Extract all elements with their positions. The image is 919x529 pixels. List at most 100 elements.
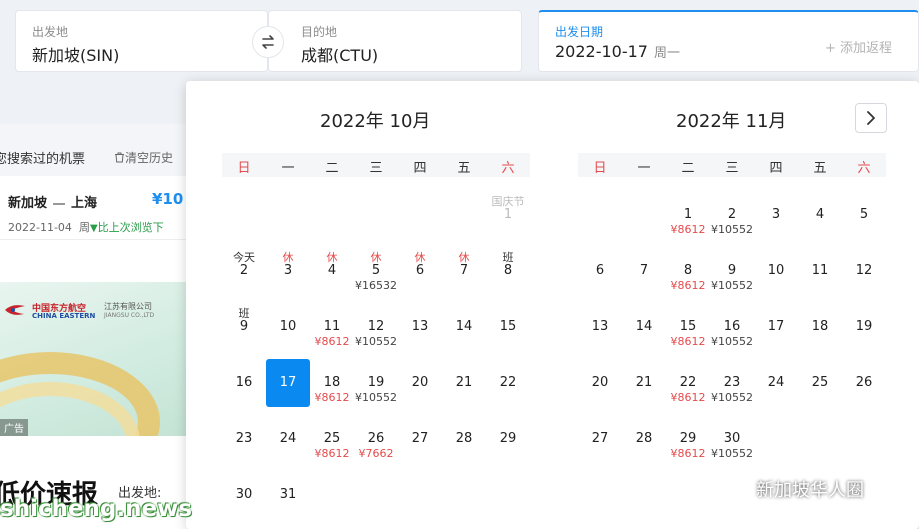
october-day-9[interactable]: 班9: [222, 303, 266, 351]
day-number: 10: [767, 263, 785, 278]
day-number: 10: [279, 319, 297, 334]
day-number: 4: [815, 207, 825, 222]
day-number: 15: [679, 319, 697, 334]
november-day-20[interactable]: 20: [578, 359, 622, 407]
next-month-button[interactable]: [855, 103, 887, 133]
november-day-17[interactable]: 17: [754, 303, 798, 351]
departure-date-field[interactable]: 出发日期 2022-10-17 周一 + 添加返程: [538, 10, 919, 72]
history-item[interactable]: 新加坡 上海 ¥10 2022-11-04 周▼比上次浏览下: [0, 176, 200, 240]
date-weekday: 周一: [653, 46, 680, 61]
october-day-16[interactable]: 16: [222, 359, 266, 407]
november-day-27[interactable]: 27: [578, 415, 622, 463]
arrival-label: 目的地: [301, 25, 338, 39]
day-price: ¥10552: [711, 335, 753, 348]
november-day-10[interactable]: 10: [754, 247, 798, 295]
october-day-27[interactable]: 27: [398, 415, 442, 463]
october-day-13[interactable]: 13: [398, 303, 442, 351]
october-day-7[interactable]: 休7: [442, 247, 486, 295]
november-day-25[interactable]: 25: [798, 359, 842, 407]
november-day-2[interactable]: 2 ¥10552: [710, 191, 754, 239]
october-day-28[interactable]: 28: [442, 415, 486, 463]
october-day-6[interactable]: 休6: [398, 247, 442, 295]
november-weekday-3: 三: [725, 161, 739, 176]
october-day-22[interactable]: 22: [486, 359, 530, 407]
chevron-right-icon: [867, 111, 875, 125]
november-day-23[interactable]: 23 ¥10552: [710, 359, 754, 407]
departure-date-value: 2022-10-17 周一: [555, 42, 680, 61]
swap-arrows-icon: [262, 35, 274, 49]
november-day-6[interactable]: 6: [578, 247, 622, 295]
history-date-text: 2022-11-04: [8, 221, 72, 234]
day-price: ¥10552: [711, 223, 753, 236]
day-number: 6: [595, 263, 605, 278]
swap-cities-button[interactable]: [252, 26, 284, 58]
arrival-value: 成都(CTU): [301, 46, 379, 65]
departure-field[interactable]: 出发地 新加坡(SIN): [15, 10, 268, 72]
november-day-13[interactable]: 13: [578, 303, 622, 351]
add-return-button[interactable]: + 添加返程: [825, 37, 892, 56]
october-day-3[interactable]: 休3: [266, 247, 310, 295]
november-day-12[interactable]: 12: [842, 247, 886, 295]
day-number: 14: [455, 319, 473, 334]
november-day-18[interactable]: 18: [798, 303, 842, 351]
day-price: ¥10552: [711, 447, 753, 460]
october-day-15[interactable]: 15: [486, 303, 530, 351]
november-weekday-1: 一: [637, 161, 651, 176]
october-day-23[interactable]: 23: [222, 415, 266, 463]
october-day-8[interactable]: 班8: [486, 247, 530, 295]
october-day-14[interactable]: 14: [442, 303, 486, 351]
october-day-12[interactable]: 12 ¥10552: [354, 303, 398, 351]
day-number: 4: [327, 263, 337, 278]
november-day-16[interactable]: 16 ¥10552: [710, 303, 754, 351]
october-day-30[interactable]: 30: [222, 471, 266, 519]
october-weekday-6: 六: [501, 161, 515, 176]
october-day-2[interactable]: 今天 2: [222, 247, 266, 295]
ad-brand-en: CHINA EASTERN: [32, 312, 96, 320]
october-day-20[interactable]: 20: [398, 359, 442, 407]
november-day-3[interactable]: 3: [754, 191, 798, 239]
november-day-11[interactable]: 11: [798, 247, 842, 295]
day-price: ¥16532: [355, 279, 397, 292]
day-price: ¥10552: [355, 391, 397, 404]
left-panel: 您搜索过的机票 清空历史 新加坡 上海 ¥10 2022-11-04 周▼比上次浏…: [0, 124, 200, 529]
november-day-9[interactable]: 9 ¥10552: [710, 247, 754, 295]
airline-ad-banner[interactable]: 中国东方航空 CHINA EASTERN 江苏有限公司 JIANGSU CO.,…: [0, 282, 200, 436]
clear-history-button[interactable]: 清空历史: [114, 149, 173, 166]
day-number: 21: [455, 375, 473, 390]
history-header: 您搜索过的机票 清空历史: [0, 124, 200, 176]
day-number: 1: [683, 207, 693, 222]
day-number: 11: [811, 263, 829, 278]
october-day-1[interactable]: 国庆节 1: [486, 191, 530, 239]
october-day-29[interactable]: 29: [486, 415, 530, 463]
day-number: 16: [235, 375, 253, 390]
october-weekday-4: 四: [413, 161, 427, 176]
october-day-31[interactable]: 31: [266, 471, 310, 519]
day-number: 30: [723, 431, 741, 446]
november-day-26[interactable]: 26: [842, 359, 886, 407]
day-number: 19: [855, 319, 873, 334]
history-to: 上海: [71, 196, 98, 211]
day-number: 30: [235, 487, 253, 502]
october-day-5[interactable]: 休 5 ¥16532: [354, 247, 398, 295]
day-number: 16: [723, 319, 741, 334]
november-day-5[interactable]: 5: [842, 191, 886, 239]
departure-date-label: 出发日期: [555, 25, 604, 39]
day-number: 18: [811, 319, 829, 334]
november-day-24[interactable]: 24: [754, 359, 798, 407]
day-number: 27: [411, 431, 429, 446]
day-number: 20: [591, 375, 609, 390]
arrival-field[interactable]: 目的地 成都(CTU): [268, 10, 522, 72]
october-day-19[interactable]: 19 ¥10552: [354, 359, 398, 407]
october-day-21[interactable]: 21: [442, 359, 486, 407]
day-number: 23: [235, 431, 253, 446]
day-number: 13: [411, 319, 429, 334]
november-day-4[interactable]: 4: [798, 191, 842, 239]
date-text: 2022-10-17: [555, 42, 648, 61]
october-title: 2022年 10月: [320, 111, 431, 132]
november-day-19[interactable]: 19: [842, 303, 886, 351]
november-day-30[interactable]: 30 ¥10552: [710, 415, 754, 463]
wechat-icon: [726, 479, 750, 498]
day-price: ¥10552: [711, 279, 753, 292]
november-weekday-4: 四: [769, 161, 783, 176]
october-day-26[interactable]: 26 ¥7662: [354, 415, 398, 463]
